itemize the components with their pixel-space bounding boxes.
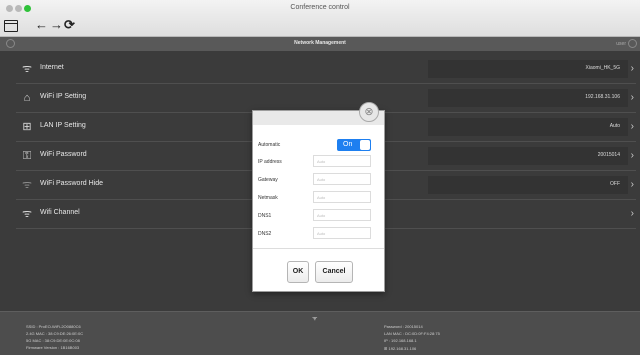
chevron-right-icon[interactable]: ›: [631, 179, 634, 191]
row-value: Auto: [609, 123, 620, 129]
user-icon[interactable]: [628, 39, 637, 48]
footer-mac-24g: 2.4G MAC : 38:C9:DE:26:0E:0C: [26, 331, 84, 336]
router-icon: ⌂: [23, 92, 31, 104]
page-title: Network Management: [294, 40, 346, 46]
footer-lan-mac: LAN MAC : DC:0D:0F:F4:28:75: [384, 331, 440, 336]
wifi-icon: ᯤ: [312, 316, 318, 322]
footer-ssid: SSID : ProEO-WiFi-2O0880C6: [26, 324, 81, 329]
dns2-label: DNS2: [258, 231, 272, 237]
ip-address-label: IP address: [258, 159, 282, 165]
chevron-right-icon[interactable]: ›: [631, 92, 634, 104]
back-arrow-icon[interactable]: ←: [35, 18, 48, 32]
wifi-channel-icon: ᯤ: [21, 208, 33, 220]
chevron-right-icon[interactable]: ›: [631, 208, 634, 220]
ok-button[interactable]: OK: [287, 261, 309, 283]
row-value-box: 192.168.31.106: [428, 89, 628, 107]
gateway-placeholder: Auto: [317, 177, 326, 182]
row-value-box: Auto: [428, 118, 628, 136]
row-value-box: Xiaomi_HK_5G: [428, 60, 628, 78]
user-label: user: [616, 41, 626, 47]
close-icon[interactable]: ⊗: [359, 102, 379, 122]
dns1-input[interactable]: Auto: [313, 209, 371, 221]
toggle-knob: [360, 140, 370, 150]
footer-mac-5g: 5G MAC : 38:C9:DE:0E:0C:08: [26, 338, 80, 343]
netmask-input[interactable]: Auto: [313, 191, 371, 203]
row-label: WiFi IP Setting: [40, 93, 87, 100]
window-title: Conference control: [290, 4, 350, 11]
row-label: WiFi Password Hide: [40, 180, 104, 187]
page-header: Network Management user: [0, 37, 640, 51]
wifi-hide-icon: ᯤ: [21, 179, 33, 191]
automatic-toggle[interactable]: On: [337, 139, 371, 151]
wifi-icon: ᯤ: [21, 63, 33, 75]
row-label: Wifi Channel: [40, 209, 80, 216]
settings-row-wifi-ip[interactable]: ⌂ WiFi IP Setting 192.168.31.106 ›: [16, 84, 636, 113]
dns2-input[interactable]: Auto: [313, 227, 371, 239]
gateway-input[interactable]: Auto: [313, 173, 371, 185]
footer-ip: IP : 192.168.168.1: [384, 338, 417, 343]
row-value: OFF: [610, 181, 620, 187]
row-value: 192.168.31.106: [585, 94, 620, 100]
footer-wifi-ip: ⊞ 192.168.31.106: [384, 346, 416, 351]
dns1-label: DNS1: [258, 213, 272, 219]
ip-address-input[interactable]: Auto: [313, 155, 371, 167]
window-titlebar: Conference control ← → ⟳: [0, 0, 640, 37]
reload-icon[interactable]: ⟳: [64, 18, 75, 32]
row-value: Xiaomi_HK_5G: [585, 65, 620, 71]
dns2-placeholder: Auto: [317, 231, 326, 236]
password-icon: ⚿: [22, 150, 32, 162]
dns1-placeholder: Auto: [317, 213, 326, 218]
settings-row-internet[interactable]: ᯤ Internet Xiaomi_HK_5G ›: [16, 55, 636, 84]
gateway-label: Gateway: [258, 177, 278, 183]
netmask-label: Netmask: [258, 195, 278, 201]
row-value-box: 20015014: [428, 147, 628, 165]
window-icon[interactable]: [4, 20, 18, 32]
chevron-right-icon[interactable]: ›: [631, 121, 634, 133]
cancel-button[interactable]: Cancel: [315, 261, 353, 283]
row-label: WiFi Password: [40, 151, 87, 158]
netmask-placeholder: Auto: [317, 195, 326, 200]
dialog-divider: [253, 248, 384, 249]
automatic-label: Automatic: [258, 142, 281, 148]
chevron-right-icon[interactable]: ›: [631, 63, 634, 75]
footer-wifi-ip-value: 192.168.31.106: [388, 346, 417, 351]
row-value: 20015014: [597, 152, 620, 158]
row-label: LAN IP Setting: [40, 122, 86, 129]
status-footer: ᯤ SSID : ProEO-WiFi-2O0880C6 2.4G MAC : …: [0, 311, 640, 355]
lan-ip-dialog: ⊗ Automatic On IP address Auto Gateway A…: [252, 102, 385, 292]
footer-password: Password : 20015014: [384, 324, 423, 329]
toggle-label: On: [343, 141, 353, 148]
forward-arrow-icon[interactable]: →: [50, 18, 63, 32]
lan-icon: ⊞: [22, 121, 32, 133]
row-value-box: OFF: [428, 176, 628, 194]
row-label: Internet: [40, 64, 64, 71]
chevron-right-icon[interactable]: ›: [631, 150, 634, 162]
footer-firmware: Firmware Version : 1B16B003: [26, 345, 80, 350]
ip-address-placeholder: Auto: [317, 159, 326, 164]
